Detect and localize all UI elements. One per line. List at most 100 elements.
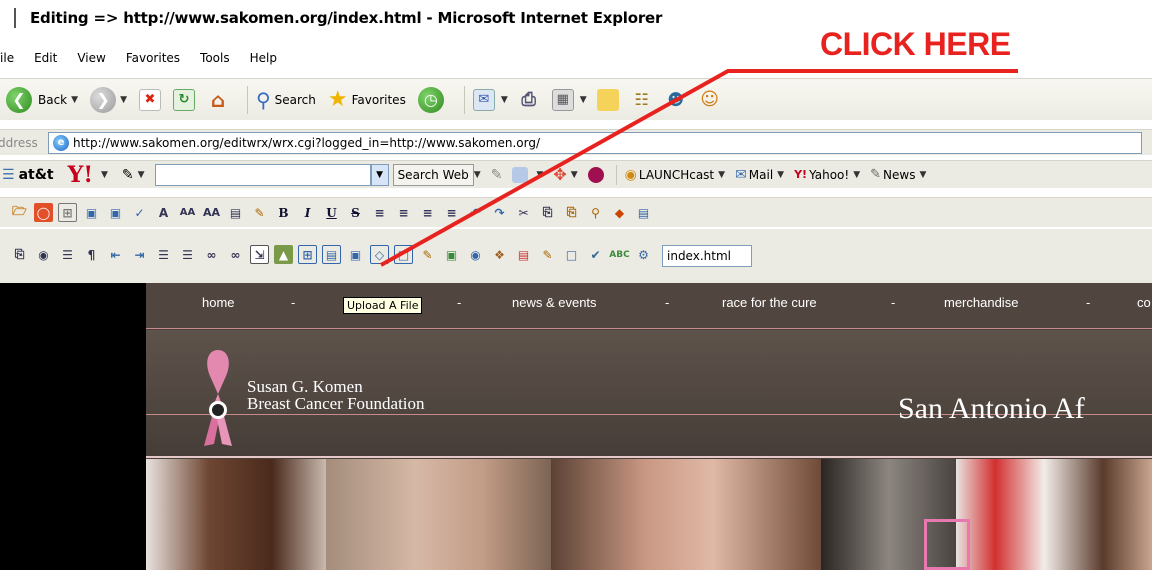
nav-merchandise[interactable]: merchandise [944, 295, 1018, 310]
strikethrough-icon[interactable]: S [346, 203, 365, 222]
link-check-icon[interactable]: ✓ [130, 203, 149, 222]
back-button[interactable]: ❮ Back ▼ [6, 86, 78, 113]
outdent-icon[interactable]: ⇤ [106, 245, 125, 264]
search-web-button[interactable]: Search Web [392, 163, 474, 186]
favorites-button[interactable]: ★ Favorites [328, 87, 406, 112]
yahoo-logo-icon[interactable]: Y! [68, 162, 93, 188]
undo-icon[interactable]: ↶ [466, 203, 485, 222]
layer-icon[interactable]: □ [394, 245, 413, 264]
clipboard-icon[interactable]: ⎘ [10, 245, 29, 264]
nav-news-events[interactable]: news & events [512, 295, 597, 310]
table-icon[interactable]: ⊞ [58, 203, 77, 222]
align-left-icon[interactable]: ≡ [370, 203, 389, 222]
underline-icon[interactable]: U [322, 203, 341, 222]
spellcheck-icon[interactable]: ABC [609, 245, 629, 264]
align-justify-icon[interactable]: ≡ [418, 203, 437, 222]
news-button[interactable]: ✎ News ▼ [870, 167, 926, 182]
edit-form-icon[interactable]: ✎ [418, 245, 437, 264]
print-icon[interactable]: ⎙ [518, 89, 540, 111]
button-icon[interactable]: ◉ [466, 245, 485, 264]
link-icon[interactable]: ∞ [202, 245, 221, 264]
window-icon[interactable]: □ [562, 245, 581, 264]
search-button[interactable]: ⚲ Search [256, 88, 316, 112]
font-size-large-icon[interactable]: AA [202, 203, 221, 222]
font-icon[interactable]: A [154, 203, 173, 222]
preview-icon[interactable]: ▤ [634, 203, 653, 222]
bold-icon[interactable]: B [274, 203, 293, 222]
insert-table-icon[interactable]: ⊞ [298, 245, 317, 264]
nav-more[interactable]: co [1137, 295, 1151, 310]
stop-edit-icon[interactable]: ◯ [34, 203, 53, 222]
align-center-icon[interactable]: ≡ [394, 203, 413, 222]
address-field[interactable]: e http://www.sakomen.org/editwrx/wrx.cgi… [48, 131, 1142, 154]
highlighter-icon[interactable]: ✎ [491, 167, 503, 183]
cut-icon[interactable]: ✂ [514, 203, 533, 222]
menu-file[interactable]: File [0, 51, 14, 65]
eraser-icon[interactable]: ◆ [610, 203, 629, 222]
filename-field[interactable]: index.html [662, 245, 752, 267]
launchcast-button[interactable]: ◉ LAUNCHcast ▼ [625, 167, 725, 183]
horizontal-rule-icon[interactable]: ☰ [58, 245, 77, 264]
save-icon[interactable]: ▣ [82, 203, 101, 222]
binoculars-icon[interactable]: ◉ [34, 245, 53, 264]
yahoo-button[interactable]: Y! Yahoo! ▼ [794, 168, 860, 182]
bullet-list-icon[interactable]: ☰ [178, 245, 197, 264]
smiley-icon[interactable]: ☺ [699, 89, 721, 111]
history-icon[interactable]: ◷ [417, 86, 444, 113]
form-field-icon[interactable]: ▤ [322, 245, 341, 264]
menu-view[interactable]: View [77, 51, 105, 65]
notes-icon[interactable] [596, 88, 619, 111]
music-icon[interactable] [587, 166, 608, 183]
mail-icon[interactable]: ✉ [472, 88, 495, 111]
refresh-icon[interactable]: ↻ [172, 88, 195, 111]
crosshair-icon[interactable]: ✥ ▼ [553, 165, 577, 184]
font-size-small-icon[interactable]: AA [178, 203, 197, 222]
edit-pencil-icon[interactable]: ✎ [538, 245, 557, 264]
unlink-icon[interactable]: ∞ [226, 245, 245, 264]
att-label[interactable]: at&t [19, 167, 54, 183]
messenger-icon[interactable]: ☻ [665, 89, 687, 111]
yahoo-search-input[interactable] [154, 163, 371, 186]
menu-help[interactable]: Help [250, 51, 277, 65]
copy-icon[interactable]: ⎘ [538, 203, 557, 222]
stop-icon[interactable]: ✖ [138, 88, 161, 111]
mail-button[interactable]: ✉ Mail ▼ [735, 167, 784, 183]
save-as-icon[interactable]: ▣ [106, 203, 125, 222]
form-icon[interactable]: ▼ [512, 166, 543, 183]
open-folder-icon[interactable]: 🗁 [10, 203, 29, 222]
upload-file-icon[interactable]: ⇲ [250, 245, 269, 264]
plugin-icon[interactable]: ❖ [490, 245, 509, 264]
chevron-down-icon[interactable]: ▼ [370, 163, 389, 186]
home-icon[interactable]: ⌂ [207, 88, 229, 112]
chevron-down-icon[interactable]: ▼ [101, 170, 108, 180]
nav-home[interactable]: home [202, 295, 235, 310]
menu-favorites[interactable]: Favorites [126, 51, 180, 65]
nav-race-for-the-cure[interactable]: race for the cure [722, 295, 817, 310]
select-list-icon[interactable]: ▤ [514, 245, 533, 264]
edit-page-icon[interactable]: ▦ [551, 88, 574, 111]
chevron-down-icon[interactable]: ▼ [501, 95, 508, 105]
pilcrow-icon[interactable]: ¶ [82, 245, 101, 264]
image-icon[interactable]: ▲ [274, 245, 293, 264]
code-icon[interactable]: ◇ [370, 245, 389, 264]
highlight-icon[interactable]: ✎ [250, 203, 269, 222]
paragraph-box-icon[interactable]: ▤ [226, 203, 245, 222]
chevron-down-icon[interactable]: ▼ [474, 170, 481, 180]
forward-button[interactable]: ❯ ▼ [90, 86, 127, 113]
pencil-icon[interactable]: ✎ [122, 167, 134, 183]
media-icon[interactable]: ▣ [346, 245, 365, 264]
insert-field-icon[interactable]: ▣ [442, 245, 461, 264]
align-right-icon[interactable]: ≡ [442, 203, 461, 222]
numbered-list-icon[interactable]: ☰ [154, 245, 173, 264]
italic-icon[interactable]: I [298, 203, 317, 222]
settings-icon[interactable]: ⚙ [634, 245, 653, 264]
menu-edit[interactable]: Edit [34, 51, 57, 65]
chevron-down-icon[interactable]: ▼ [580, 95, 587, 105]
check-icon[interactable]: ✔ [586, 245, 605, 264]
paste-icon[interactable]: ⎘ [562, 203, 581, 222]
indent-icon[interactable]: ⇥ [130, 245, 149, 264]
chevron-down-icon[interactable]: ▼ [138, 170, 145, 180]
menu-tools[interactable]: Tools [200, 51, 230, 65]
research-icon[interactable]: ☷ [631, 89, 653, 111]
redo-icon[interactable]: ↷ [490, 203, 509, 222]
